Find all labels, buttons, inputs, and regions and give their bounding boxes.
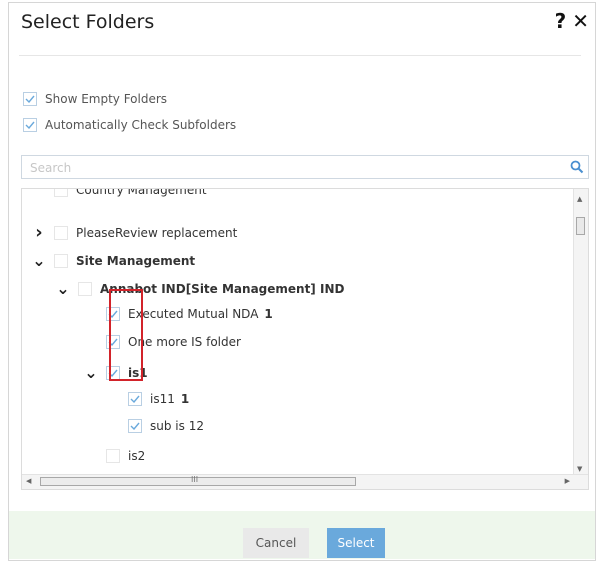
tree-row[interactable]: Country Management [54,188,207,197]
folder-checkbox[interactable] [128,392,142,406]
scroll-down-icon[interactable]: ▼ [577,465,582,473]
folder-checkbox[interactable] [106,449,120,463]
title-divider [19,55,581,56]
tree-row[interactable]: is11 1 [128,392,189,406]
folder-label: PleaseReview replacement [76,225,238,240]
folder-checkbox[interactable] [78,281,92,296]
highlight-checked-folders [109,289,143,381]
dialog-title: Select Folders [21,11,155,33]
horizontal-scroll-thumb[interactable]: III [40,475,356,486]
tree-row[interactable]: sub is 12 [128,419,204,433]
scroll-grip: III [191,475,199,484]
scroll-left-icon[interactable]: ◀ [26,477,31,485]
folder-checkbox[interactable] [54,225,68,240]
document-count: 1 [264,307,273,321]
vertical-scroll-thumb[interactable] [576,217,585,235]
select-folders-dialog: Select Folders ? ✕ Show Empty Folders Aut… [8,2,596,561]
show-empty-folders-checkbox[interactable] [23,92,37,106]
folder-label: sub is 12 [150,419,204,433]
folder-label: One more IS folder [128,335,241,349]
tree-row[interactable]: is2 [106,449,145,463]
folder-label: is2 [128,449,146,463]
search-input[interactable] [28,157,552,179]
chevron-down-icon[interactable]: ⌄ [84,363,98,382]
folder-checkbox[interactable] [54,253,68,268]
scroll-up-icon[interactable]: ▲ [577,195,582,203]
show-empty-folders-label: Show Empty Folders [45,92,168,106]
auto-check-subfolders-label: Automatically Check Subfolders [45,118,237,132]
auto-check-subfolders-option[interactable]: Automatically Check Subfolders [23,118,236,132]
folder-checkbox[interactable] [128,419,142,433]
show-empty-folders-option[interactable]: Show Empty Folders [23,92,167,106]
scroll-right-icon[interactable]: ▶ [565,477,570,485]
folder-label: is11 [150,392,175,406]
tree-row[interactable]: ⌄ Annabot IND[Site Management] IND [56,279,344,298]
document-count: 1 [180,392,190,406]
folder-tree: Country Management › PleaseReview replacem… [21,188,589,490]
search-icon[interactable] [570,159,584,178]
select-button[interactable]: Select [327,528,385,558]
folder-label: Country Management [76,188,207,197]
chevron-down-icon[interactable]: ⌄ [56,279,70,298]
tree-row[interactable]: ⌄ Site Management [32,251,195,270]
search-box [21,155,589,179]
chevron-down-icon[interactable]: ⌄ [32,251,46,270]
help-icon[interactable]: ? [555,9,567,33]
horizontal-scrollbar[interactable]: ◀ III ▶ [22,474,588,489]
folder-label: Executed Mutual NDA [128,307,259,321]
title-actions: ? ✕ [549,9,589,33]
cancel-button[interactable]: Cancel [243,528,309,558]
tree-row[interactable]: › PleaseReview replacement [32,222,237,243]
close-icon[interactable]: ✕ [572,9,589,33]
vertical-scrollbar[interactable]: ▲ ▼ [573,189,588,477]
folder-label: Site Management [76,253,196,268]
folder-checkbox[interactable] [54,189,68,197]
auto-check-subfolders-checkbox[interactable] [23,118,37,132]
chevron-right-icon[interactable]: › [32,222,46,243]
